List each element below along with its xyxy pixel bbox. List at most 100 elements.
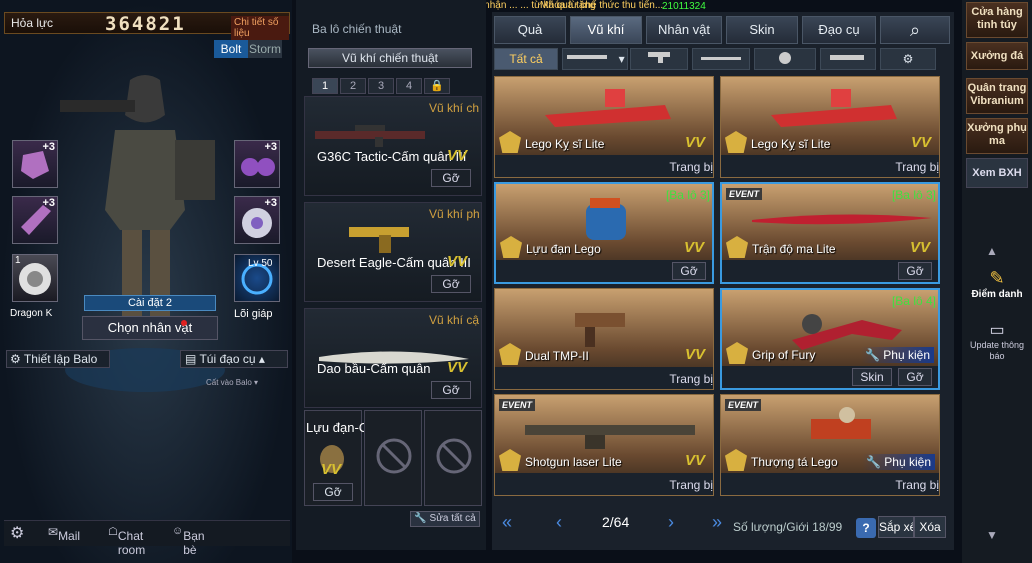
armor-core-label: Lõi giáp [234, 308, 273, 320]
melee-weapon-slot[interactable]: Vũ khí cận chiến Dao bầu-Cấm quân VV Gỡ [304, 308, 482, 408]
tab-vu-khi[interactable]: Vũ khí [570, 16, 642, 44]
tab-skin[interactable]: Skin [726, 16, 798, 44]
firepower-bar: Hỏa lực 364821 Chi tiết số liệu [4, 12, 290, 40]
backpack-page-3[interactable]: 3 [368, 78, 394, 94]
unequip-button[interactable]: Gỡ [313, 483, 353, 501]
side-leaderboard-button[interactable]: Xem BXH [966, 158, 1028, 188]
search-icon[interactable]: ⌕ [880, 16, 950, 44]
repair-all-button[interactable]: 🔧 Sửa tất cả [410, 511, 480, 527]
filter-special[interactable] [820, 48, 876, 70]
equip-slot-helmet[interactable]: +3 [234, 196, 280, 244]
equip-slot-dragon-k[interactable]: 1 [12, 254, 58, 302]
filter-grenade[interactable] [754, 48, 816, 70]
select-character-button[interactable]: Chọn nhân vật [82, 316, 218, 340]
settings-gear-icon[interactable]: ⚙ [10, 523, 24, 543]
equip-button[interactable]: Trang bị [669, 160, 713, 174]
equip-button[interactable]: Trang bị [669, 372, 713, 386]
inventory-item[interactable]: [Ba lô 3] Lựu đạn Lego VV Gỡ [494, 182, 714, 284]
backpack-title: Ba lô chiến thuật [312, 22, 402, 36]
empty-slot-icon [436, 438, 472, 474]
unequip-button[interactable]: Gỡ [431, 169, 471, 187]
backpack-settings-button[interactable]: ⚙ Thiết lập Balo [6, 350, 110, 368]
rank-emblem-icon [726, 236, 748, 258]
inventory-item[interactable]: EVENT Shotgun laser Lite VV Trang bị [494, 394, 714, 496]
rank-emblem-icon [499, 343, 521, 365]
chat-room-button[interactable]: ☖ Chat room [108, 525, 145, 557]
tab-dao-cu[interactable]: Đạo cụ [802, 16, 876, 44]
unequip-button[interactable]: Gỡ [431, 381, 471, 399]
item-bag-button[interactable]: ▤ Túi đạo cụ ▴ [180, 350, 288, 368]
dual-tmp-icon [575, 313, 625, 347]
store-to-backpack[interactable]: Cất vào Balo ▾ [206, 378, 258, 387]
armor-core-level: Lv 50 [248, 258, 273, 269]
loadout-setting[interactable]: Cài đặt 2 [84, 295, 216, 311]
sort-button[interactable]: Sắp xếp [878, 516, 914, 538]
rank-emblem-icon [500, 236, 522, 258]
backpack-badge: [Ba lô 3] [891, 188, 936, 202]
event-badge: EVENT [725, 399, 762, 411]
bottom-bar: ⚙ ✉ Mail ☖ Chat room ☺ Bạn bè [4, 520, 290, 557]
stats-detail-button[interactable]: Chi tiết số liệu [231, 16, 289, 40]
lego-knight-gun-icon [771, 89, 897, 127]
delete-button[interactable]: Xóa [914, 516, 946, 538]
inventory-item[interactable]: EVENT [Ba lô 3] Trận độ ma Lite VV Gỡ [720, 182, 940, 284]
wrench-icon: 🔧 [866, 455, 881, 469]
update-notice-button[interactable]: ▭ Update thông báo [966, 320, 1028, 362]
side-stone-forge-button[interactable]: Xưởng đá [966, 42, 1028, 70]
tab-nhan-vat[interactable]: Nhân vật [646, 16, 722, 44]
event-badge: EVENT [726, 188, 763, 200]
wrench-icon: 🔧 [865, 348, 880, 362]
dragon-k-label: Dragon K [10, 308, 53, 319]
unequip-button[interactable]: Gỡ [431, 275, 471, 293]
friends-button[interactable]: ☺ Bạn bè [172, 525, 205, 557]
inventory-item[interactable]: EVENT Thượng tá Lego 🔧 Phụ kiện Trang bị [720, 394, 940, 496]
unequip-button[interactable]: Gỡ [898, 368, 932, 386]
gear-icon: ⚙ [10, 352, 24, 366]
help-icon[interactable]: ? [856, 518, 876, 538]
equip-slot-goggles[interactable]: +3 [234, 140, 280, 188]
tab-storm[interactable]: Storm [248, 40, 282, 58]
prev-page-icon[interactable]: ‹ [556, 512, 562, 533]
equip-slot-armband[interactable]: +3 [12, 196, 58, 244]
first-page-icon[interactable]: « [502, 512, 512, 533]
equip-button[interactable]: Trang bị [669, 478, 713, 492]
secondary-weapon-slot[interactable]: Vũ khí phụ Desert Eagle-Cấm quân III VV … [304, 202, 482, 302]
grenade-filter-icon [779, 52, 791, 64]
equip-slot-gloves[interactable]: +3 [12, 140, 58, 188]
equip-button[interactable]: Trang bị [895, 160, 939, 174]
next-page-icon[interactable]: › [668, 512, 674, 533]
filter-melee[interactable] [692, 48, 750, 70]
server-time: 21011324 [662, 1, 706, 12]
last-page-icon[interactable]: » [712, 512, 722, 533]
backpack-page-2[interactable]: 2 [340, 78, 366, 94]
backpack-badge: [Ba lô 3] [665, 188, 710, 202]
scroll-down-icon[interactable]: ▼ [986, 528, 998, 542]
scroll-up-icon[interactable]: ▲ [986, 244, 998, 258]
mail-button[interactable]: ✉ Mail [48, 525, 80, 543]
rifle-filter-icon [567, 55, 608, 59]
side-accessory-forge-button[interactable]: Xưởng phụ ma [966, 118, 1028, 154]
tactical-weapon-tab[interactable]: Vũ khí chiến thuật [308, 48, 472, 68]
side-shop-button[interactable]: Cửa hàng tinh túy [966, 2, 1028, 38]
attendance-button[interactable]: ✎ Điểm danh [966, 268, 1028, 300]
rank-emblem-icon [726, 342, 748, 364]
equip-button[interactable]: Trang bị [895, 478, 939, 492]
skin-button[interactable]: Skin [852, 368, 892, 386]
filter-pistol[interactable] [630, 48, 688, 70]
tab-bolt[interactable]: Bolt [214, 40, 248, 58]
filter-settings-gear-icon[interactable]: ⚙ [880, 48, 936, 70]
filter-rifle[interactable]: ▾ [562, 48, 628, 70]
unequip-button[interactable]: Gỡ [672, 262, 706, 280]
inventory-item[interactable]: [Ba lô 4] Grip of Fury 🔧 Phụ kiện Skin G… [720, 288, 940, 390]
unequip-button[interactable]: Gỡ [898, 262, 932, 280]
bag-icon: ▤ [185, 352, 200, 366]
backpack-page-4[interactable]: 4 [396, 78, 422, 94]
primary-weapon-slot[interactable]: Vũ khí chính G36C Tactic-Cấm quân III VV… [304, 96, 482, 196]
inventory-item[interactable]: Lego Kỵ sĩ Lite VV Trang bị [720, 76, 940, 178]
tab-qua[interactable]: Quà [494, 16, 566, 44]
filter-all[interactable]: Tất cả [494, 48, 558, 70]
inventory-item[interactable]: Lego Kỵ sĩ Lite VV Trang bị [494, 76, 714, 178]
side-vibranium-button[interactable]: Quân trang Vibranium [966, 78, 1028, 114]
inventory-item[interactable]: Dual TMP-II VV Trang bị [494, 288, 714, 390]
backpack-page-1[interactable]: 1 [312, 78, 338, 94]
